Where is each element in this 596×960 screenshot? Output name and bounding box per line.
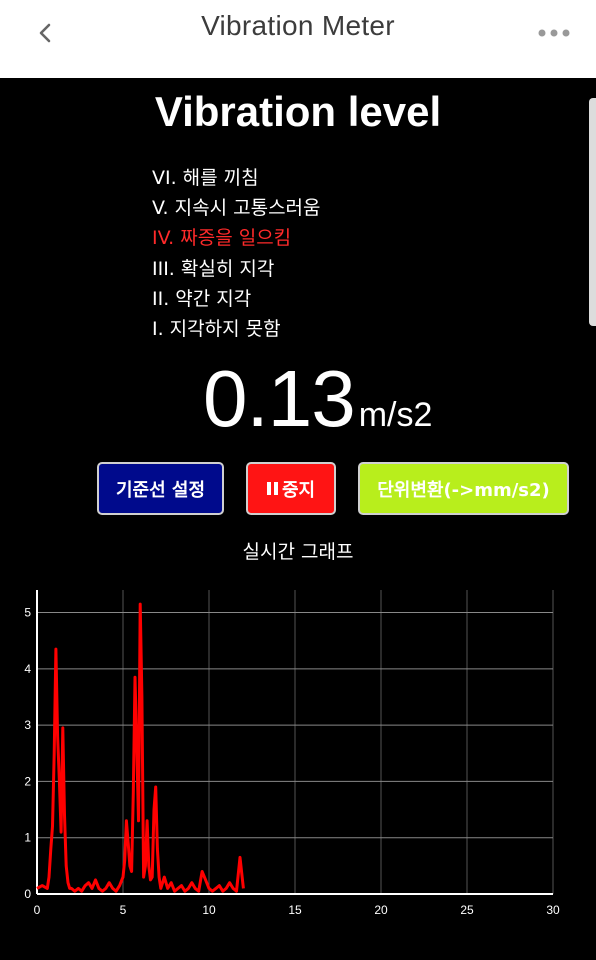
vibration-level-list: VI. 해를 끼침 V. 지속시 고통스러움 IV. 짜증을 일으킴 III. … — [152, 163, 321, 344]
chart-y-tick-label: 1 — [24, 831, 31, 845]
chart-series-line — [36, 602, 245, 893]
app-title: Vibration Meter — [201, 10, 395, 41]
chart-x-tick-label: 25 — [460, 903, 474, 917]
reading-value: 0.13 — [203, 354, 356, 443]
chart-x-tick-label: 15 — [288, 903, 302, 917]
reading-unit: m/s2 — [358, 396, 433, 434]
level-item: III. 확실히 지각 — [152, 257, 275, 280]
chart-y-tick-label: 0 — [24, 887, 31, 901]
stop-button[interactable]: 중지 — [246, 462, 336, 515]
level-item: VI. 해를 끼침 — [152, 167, 259, 189]
chart-x-tick-label: 20 — [374, 903, 388, 917]
chart-x-tick-label: 10 — [202, 903, 216, 917]
level-item: I. 지각하지 못함 — [152, 317, 281, 340]
more-options-button[interactable] — [534, 18, 574, 48]
unit-toggle-label: 단위변환(->mm/s2) — [377, 479, 550, 501]
chart-y-tick-label: 5 — [24, 606, 31, 620]
app-bar: Vibration Meter — [0, 0, 596, 78]
chart-y-tick-label: 4 — [24, 662, 31, 676]
chart-y-tick-label: 2 — [24, 774, 31, 788]
level-item: II. 약간 지각 — [152, 287, 252, 310]
set-baseline-button[interactable]: 기준선 설정 — [97, 462, 224, 515]
chart-x-tick-label: 5 — [120, 903, 127, 917]
pause-icon — [266, 482, 278, 495]
chart-x-tick-label: 0 — [34, 903, 41, 917]
stop-label: 중지 — [281, 479, 316, 501]
graph-title: 실시간 그래프 — [242, 541, 354, 563]
level-item: IV. 짜증을 일으킴 — [152, 227, 292, 250]
unit-toggle-button[interactable]: 단위변환(->mm/s2) — [358, 462, 569, 515]
page-heading: Vibration level — [154, 88, 442, 135]
level-item: V. 지속시 고통스러움 — [152, 197, 321, 220]
chart-x-tick-label: 30 — [546, 903, 560, 917]
current-reading: 0.13 m/s2 — [203, 354, 432, 444]
realtime-chart: 0 5 10 15 20 25 30 0 1 2 3 4 5 — [24, 590, 560, 917]
more-horizontal-icon — [538, 29, 570, 37]
chart-y-tick-label: 3 — [24, 718, 31, 732]
set-baseline-label: 기준선 설정 — [115, 479, 206, 501]
